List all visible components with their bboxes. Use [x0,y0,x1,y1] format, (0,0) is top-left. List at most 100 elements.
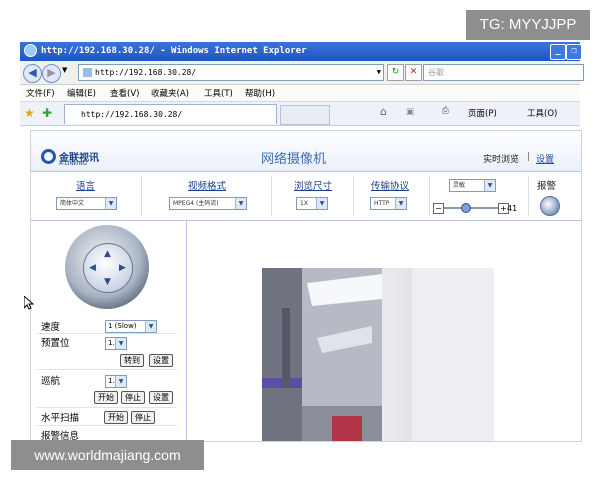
language-value: 简体中文 [60,200,85,207]
control-bar: 语言 简体中文 ▼ 视频格式 MPEG4 (主码流) ▼ 浏览尺寸 1X ▼ 传输协议… [31,172,581,221]
address-input[interactable]: http://192.168.30.28/ ▼ [78,64,384,81]
preset-label: 预置位 [41,338,70,349]
menu-edit[interactable]: 编辑(E) [67,87,96,99]
chevron-down-icon: ▼ [105,198,116,209]
horizontal-scan-label: 水平扫描 [41,413,80,424]
divider [271,176,272,216]
divider [37,425,177,426]
window-title: http://192.168.30.28/ - Windows Internet… [41,46,307,56]
level-slider-thumb[interactable] [461,203,471,213]
divider [353,176,354,216]
watermark-badge: TG: MYYJJPP [466,10,590,40]
minimize-button[interactable]: _ [550,44,566,60]
cruise-label: 巡航 [41,376,61,387]
language-select[interactable]: 简体中文 ▼ [56,197,117,210]
live-video-feed[interactable] [262,268,494,441]
divider [429,176,430,216]
set-preset-button[interactable]: 设置 [149,354,173,367]
address-url: http://192.168.30.28/ [95,68,197,77]
speed-select[interactable]: 1 (Slow) ▼ [105,320,157,333]
camera-page: 金联视讯 A-LINKING 网络摄像机 实时浏览 | 设置 语言 简体中文 ▼ … [30,130,582,442]
logo-subtext: A-LINKING [59,161,88,167]
header-separator: | [527,152,531,162]
new-tab-button[interactable] [280,105,330,125]
menu-favorites[interactable]: 收藏夹(A) [151,87,189,99]
page-title: 网络摄像机 [261,152,327,167]
hscan-start-button[interactable]: 开始 [104,411,128,424]
chevron-down-icon: ▼ [145,321,156,332]
window-title-bar: http://192.168.30.28/ - Windows Internet… [20,42,582,61]
chevron-down-icon: ▼ [115,376,126,387]
arrow-right-icon[interactable]: ▶ [119,263,126,273]
divider [141,176,142,216]
restore-button[interactable]: ❐ [566,44,582,60]
view-size-label: 浏览尺寸 [294,181,333,192]
menu-file[interactable]: 文件(F) [26,87,55,99]
address-dropdown-icon[interactable]: ▼ [377,65,381,80]
cruise-set-button[interactable]: 设置 [149,391,173,404]
slider-value: 41 [507,204,518,213]
slider-minus-button[interactable]: − [433,203,444,214]
divider [37,369,177,370]
stop-icon[interactable]: ✕ [405,64,422,81]
tab-current[interactable]: http://192.168.30.28/ [64,104,277,124]
forward-button[interactable]: ▶ [42,64,61,83]
view-size-value: 1X [300,200,308,207]
cruise-stop-button[interactable]: 停止 [121,391,145,404]
view-size-select[interactable]: 1X ▼ [296,197,328,210]
video-format-value: MPEG4 (主码流) [173,200,219,207]
settings-link[interactable]: 设置 [536,152,554,165]
add-favorite-icon[interactable]: ✚ [42,106,52,120]
cruise-select[interactable]: 1. ▼ [105,375,127,388]
divider [37,407,177,408]
ptz-joystick[interactable]: ▲ ▼ ◀ ▶ [65,225,149,309]
chevron-down-icon: ▼ [395,198,406,209]
feeds-icon[interactable]: ▣ [406,107,414,117]
page-icon [83,68,92,77]
alarm-label: 报警 [537,181,557,192]
protocol-value: HTTP [374,200,390,207]
video-format-select[interactable]: MPEG4 (主码流) ▼ [169,197,247,210]
sensitivity-select[interactable]: 灵敏 ▼ [449,179,496,192]
tab-title: http://192.168.30.28/ [81,110,183,119]
address-toolbar: ◀ ▶ ▼ http://192.168.30.28/ ▼ ↻ ✕ 谷歌 [20,61,584,85]
refresh-icon[interactable]: ↻ [387,64,404,81]
preset-value: 1. [108,339,115,347]
sensitivity-value: 灵敏 [453,182,466,189]
print-icon[interactable]: ⎙ [442,106,449,116]
preset-select[interactable]: 1. ▼ [105,337,127,350]
protocol-select[interactable]: HTTP ▼ [370,197,407,210]
goto-preset-button[interactable]: 转到 [120,354,144,367]
hscan-stop-button[interactable]: 停止 [131,411,155,424]
chevron-down-icon: ▼ [484,180,495,191]
history-dropdown-icon[interactable]: ▼ [62,66,67,74]
back-button[interactable]: ◀ [23,64,42,83]
alarm-icon[interactable] [540,196,560,216]
divider [37,333,177,334]
arrow-down-icon[interactable]: ▼ [104,277,111,287]
favorites-star-icon[interactable]: ★ [24,106,35,120]
home-icon[interactable]: ⌂ [380,105,387,118]
ptz-direction-pad[interactable]: ▲ ▼ ◀ ▶ [83,243,133,293]
arrow-left-icon[interactable]: ◀ [89,263,96,273]
live-view-link[interactable]: 实时浏览 [483,152,519,165]
protocol-label: 传输协议 [371,181,410,192]
level-slider-track[interactable] [444,207,500,209]
logo-icon [41,149,56,164]
page-header: 金联视讯 A-LINKING 网络摄像机 实时浏览 | 设置 [31,131,581,172]
menu-bar: 文件(F) 编辑(E) 查看(V) 收藏夹(A) 工具(T) 帮助(H) [20,85,580,102]
arrow-up-icon[interactable]: ▲ [104,249,111,259]
chevron-down-icon: ▼ [316,198,327,209]
cruise-start-button[interactable]: 开始 [94,391,118,404]
tab-bar: ★ ✚ http://192.168.30.28/ ⌂ ▣ ⎙ 页面(P) 工具… [20,102,580,126]
menu-help[interactable]: 帮助(H) [245,87,275,99]
menu-tools[interactable]: 工具(T) [204,87,233,99]
tools-menu[interactable]: 工具(O) [527,107,557,119]
speed-label: 速度 [41,322,61,333]
search-input[interactable]: 谷歌 [423,64,584,81]
language-label: 语言 [76,181,96,192]
video-frame [262,268,494,441]
page-menu[interactable]: 页面(P) [468,107,497,119]
chevron-down-icon: ▼ [115,338,126,349]
menu-view[interactable]: 查看(V) [110,87,139,99]
